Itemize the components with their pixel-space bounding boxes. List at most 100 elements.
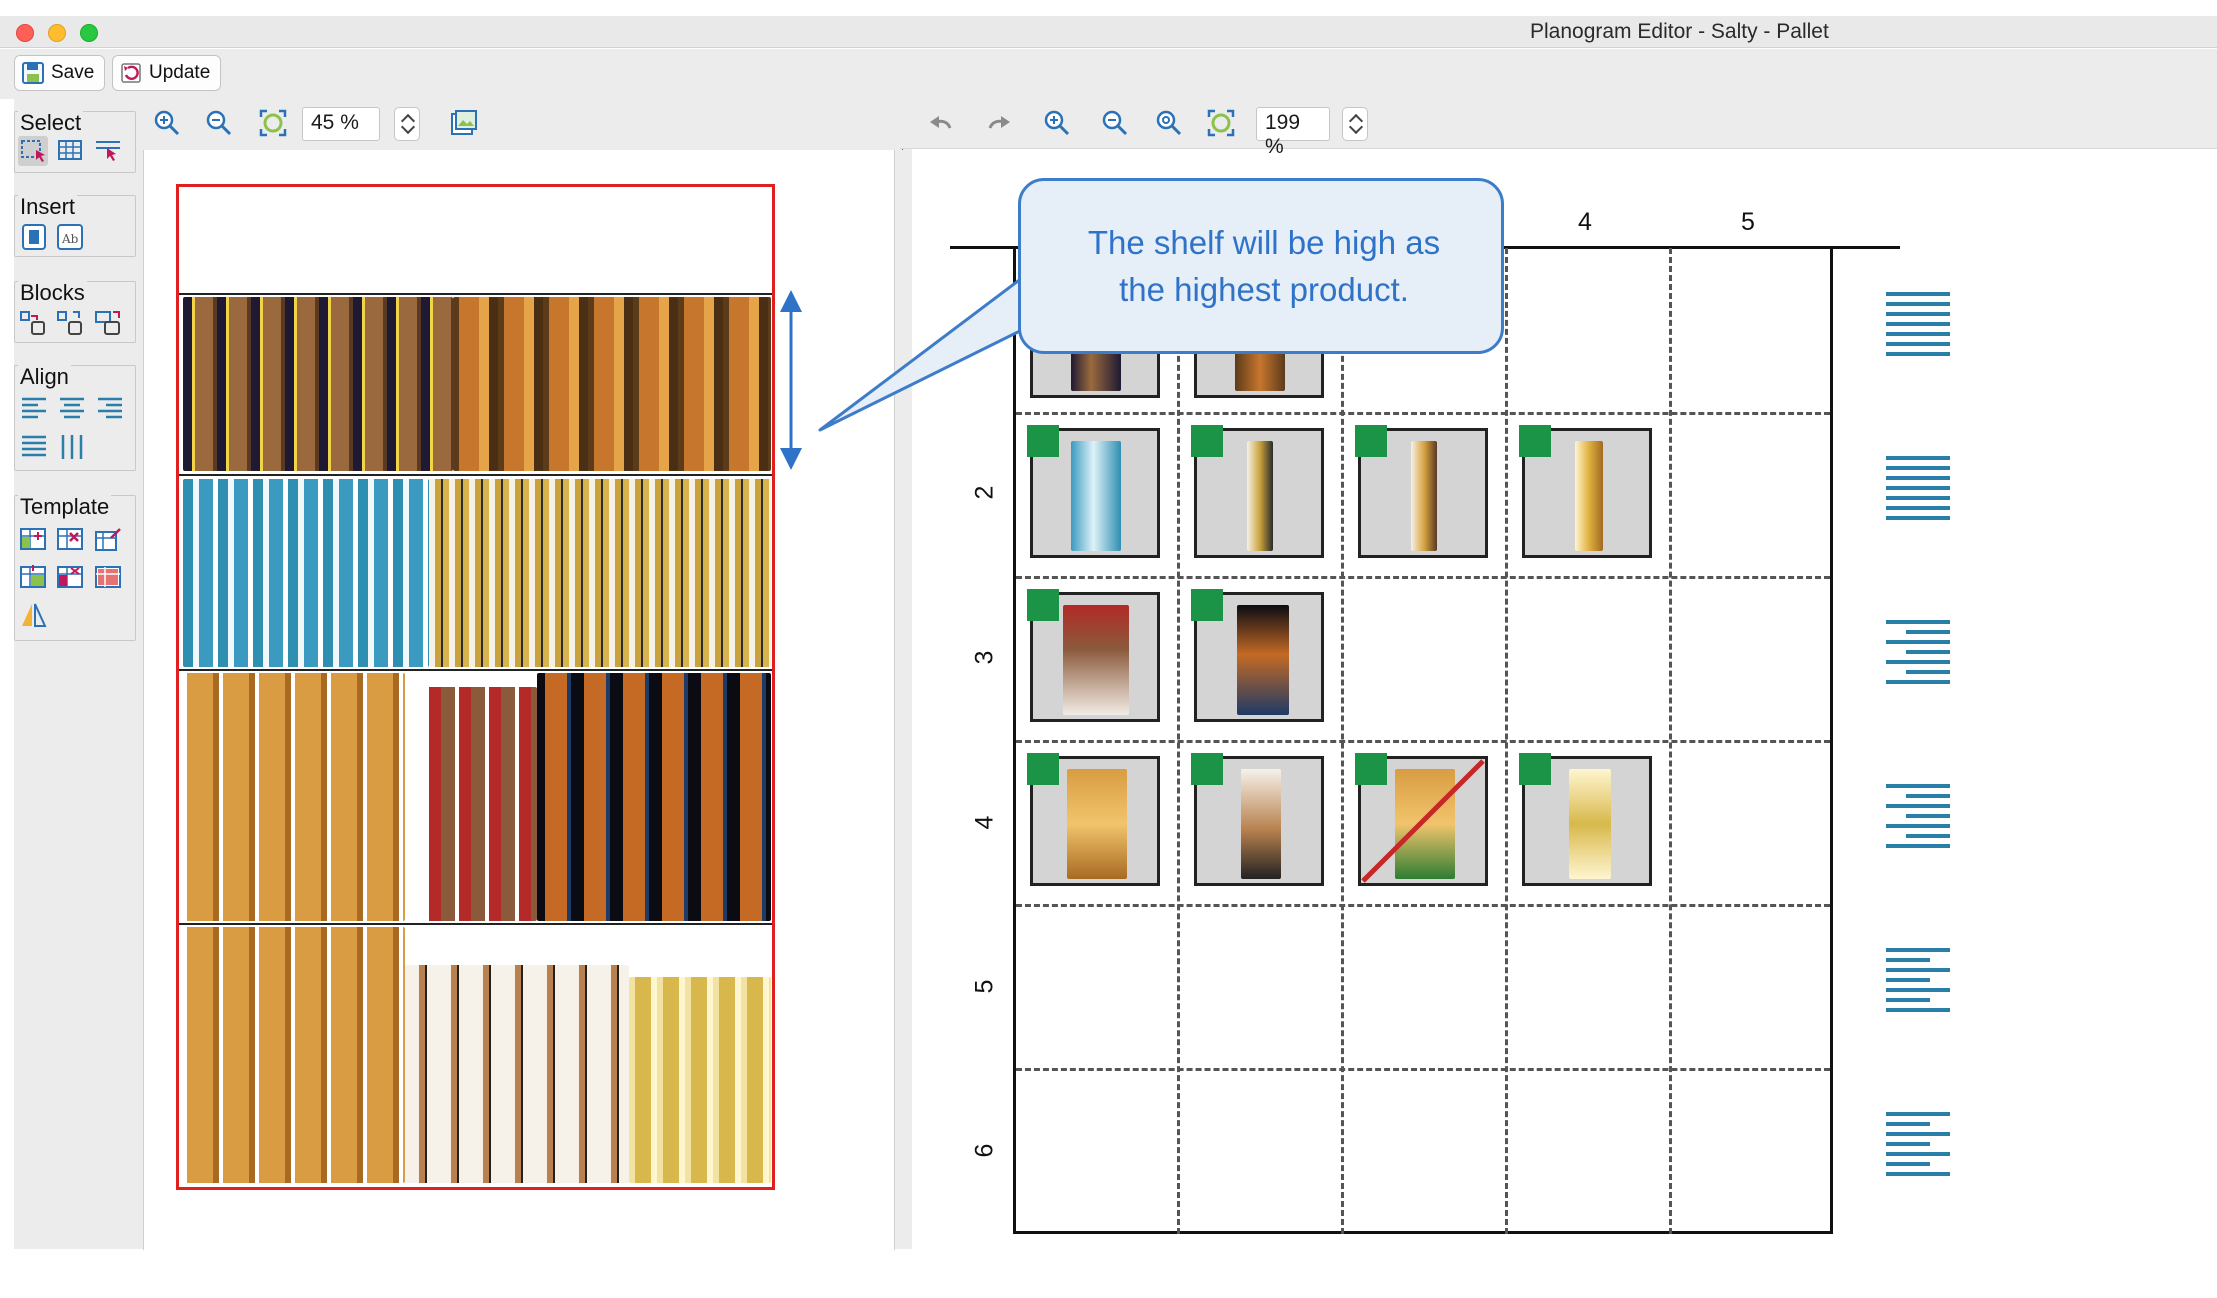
left-zoom-field[interactable]: 45 % — [302, 107, 380, 141]
zoom-out-left-button[interactable] — [204, 108, 234, 143]
shelf-align-indicator[interactable] — [1882, 454, 1954, 531]
update-button[interactable]: Update — [112, 55, 222, 91]
align-left-tool[interactable] — [19, 394, 49, 424]
product-slot[interactable] — [1519, 753, 1652, 886]
align-center-tool[interactable] — [57, 394, 87, 424]
grid-row-divider — [1016, 1068, 1830, 1071]
product-slot[interactable] — [1027, 753, 1160, 886]
slot-status-flag[interactable] — [1027, 589, 1059, 621]
product-facing-block[interactable] — [537, 673, 771, 921]
select-pointer-tool[interactable] — [93, 136, 123, 166]
product-slot[interactable] — [1519, 425, 1652, 558]
slot-status-flag[interactable] — [1191, 425, 1223, 457]
template-remove-tool[interactable] — [55, 524, 85, 554]
save-button[interactable]: Save — [14, 55, 106, 91]
right-zoom-field[interactable]: 199 % — [1256, 107, 1330, 158]
product-slot[interactable] — [1191, 425, 1324, 558]
product-slot[interactable] — [1027, 425, 1160, 558]
shelf-align-indicator[interactable] — [1882, 290, 1954, 367]
pallet-overview[interactable] — [176, 184, 775, 1190]
zoom-window-button[interactable] — [80, 24, 98, 42]
template-delete-tool[interactable] — [55, 562, 85, 592]
double-arrow-icon — [780, 290, 802, 470]
insert-product-tool[interactable] — [19, 222, 49, 252]
select-rectangle-tool[interactable] — [18, 136, 48, 166]
export-image-button[interactable] — [448, 108, 478, 143]
zoom-in-left-button[interactable] — [152, 108, 182, 143]
redo-icon — [988, 116, 1010, 129]
slot-status-flag[interactable] — [1191, 753, 1223, 785]
product-slot[interactable] — [1191, 753, 1324, 886]
update-label: Update — [149, 62, 211, 83]
zoom-out-icon — [1102, 110, 1128, 136]
align-justify-icon — [22, 435, 46, 457]
select-grid-tool[interactable] — [55, 136, 85, 166]
slot-status-flag[interactable] — [1191, 589, 1223, 621]
product-slot[interactable] — [1027, 589, 1160, 722]
zoom-out-right-button[interactable] — [1100, 108, 1130, 143]
block-tool-1[interactable] — [18, 308, 48, 338]
left-zoom-stepper[interactable] — [394, 107, 420, 141]
minimize-window-button[interactable] — [48, 24, 66, 42]
zoom-in-right-button[interactable] — [1042, 108, 1072, 143]
callout-box: The shelf will be high as the highest pr… — [1018, 178, 1504, 354]
align-right-icon — [1886, 620, 1950, 684]
shelf-align-indicator[interactable] — [1882, 618, 1954, 695]
template-mirror-tool[interactable] — [18, 600, 48, 630]
align-justify-tool[interactable] — [19, 432, 49, 462]
product-facing-block[interactable] — [183, 673, 405, 921]
template-import-tool[interactable] — [18, 562, 48, 592]
product-slot[interactable] — [1191, 589, 1324, 722]
distribute-columns-tool[interactable] — [57, 432, 87, 462]
right-zoom-stepper[interactable] — [1342, 107, 1368, 141]
product-facing-block[interactable] — [453, 297, 771, 471]
fit-right-button[interactable] — [1206, 108, 1236, 143]
shelf-align-indicator[interactable] — [1882, 946, 1954, 1023]
redo-button[interactable] — [984, 108, 1014, 143]
zoom-in-icon — [154, 110, 180, 136]
product-facing-block[interactable] — [425, 687, 537, 921]
align-left-icon — [1886, 948, 1950, 1012]
product-image — [1247, 441, 1273, 551]
zoom-actual-button[interactable] — [1154, 108, 1184, 143]
slot-status-flag[interactable] — [1027, 753, 1059, 785]
close-window-button[interactable] — [16, 24, 34, 42]
product-slot[interactable] — [1355, 425, 1488, 558]
undo-button[interactable] — [926, 108, 956, 143]
block-tool-3[interactable] — [93, 308, 123, 338]
fit-left-button[interactable] — [258, 108, 288, 143]
shelf-align-indicator[interactable] — [1882, 1110, 1954, 1187]
product-facing-block[interactable] — [429, 479, 771, 667]
template-fill-tool[interactable] — [93, 562, 123, 592]
product-facing-block[interactable] — [405, 965, 629, 1183]
zoom-out-icon — [206, 110, 232, 136]
template-add-icon — [20, 528, 46, 550]
grid-row-divider — [1016, 412, 1830, 415]
insert-text-tool[interactable]: Ab — [55, 222, 85, 252]
product-image — [1071, 441, 1121, 551]
product-slot-removed[interactable] — [1355, 753, 1488, 886]
block-tool-2[interactable] — [55, 308, 85, 338]
shelf-line — [179, 669, 772, 671]
select-section: Select — [14, 110, 136, 173]
align-right-tool[interactable] — [95, 394, 125, 424]
main-toolbar: Save Update — [0, 49, 2217, 99]
template-edit-tool[interactable] — [93, 524, 123, 554]
callout-line-2: the highest product. — [1119, 271, 1409, 308]
slot-status-flag[interactable] — [1355, 425, 1387, 457]
insert-section-title: Insert — [18, 194, 78, 220]
template-add-tool[interactable] — [18, 524, 48, 554]
align-center-icon — [60, 397, 84, 419]
column-label: 4 — [1578, 208, 1592, 236]
product-facing-block[interactable] — [183, 927, 405, 1183]
detail-toolbar — [900, 99, 2217, 149]
product-facing-block[interactable] — [183, 479, 429, 667]
align-left-icon — [1886, 1112, 1950, 1176]
align-right-icon — [1886, 784, 1950, 848]
product-facing-block[interactable] — [629, 977, 771, 1183]
slot-status-flag[interactable] — [1519, 425, 1551, 457]
fit-to-window-icon — [1207, 109, 1235, 137]
product-facing-block[interactable] — [183, 297, 453, 471]
shelf-align-indicator[interactable] — [1882, 782, 1954, 859]
slot-status-flag[interactable] — [1519, 753, 1551, 785]
